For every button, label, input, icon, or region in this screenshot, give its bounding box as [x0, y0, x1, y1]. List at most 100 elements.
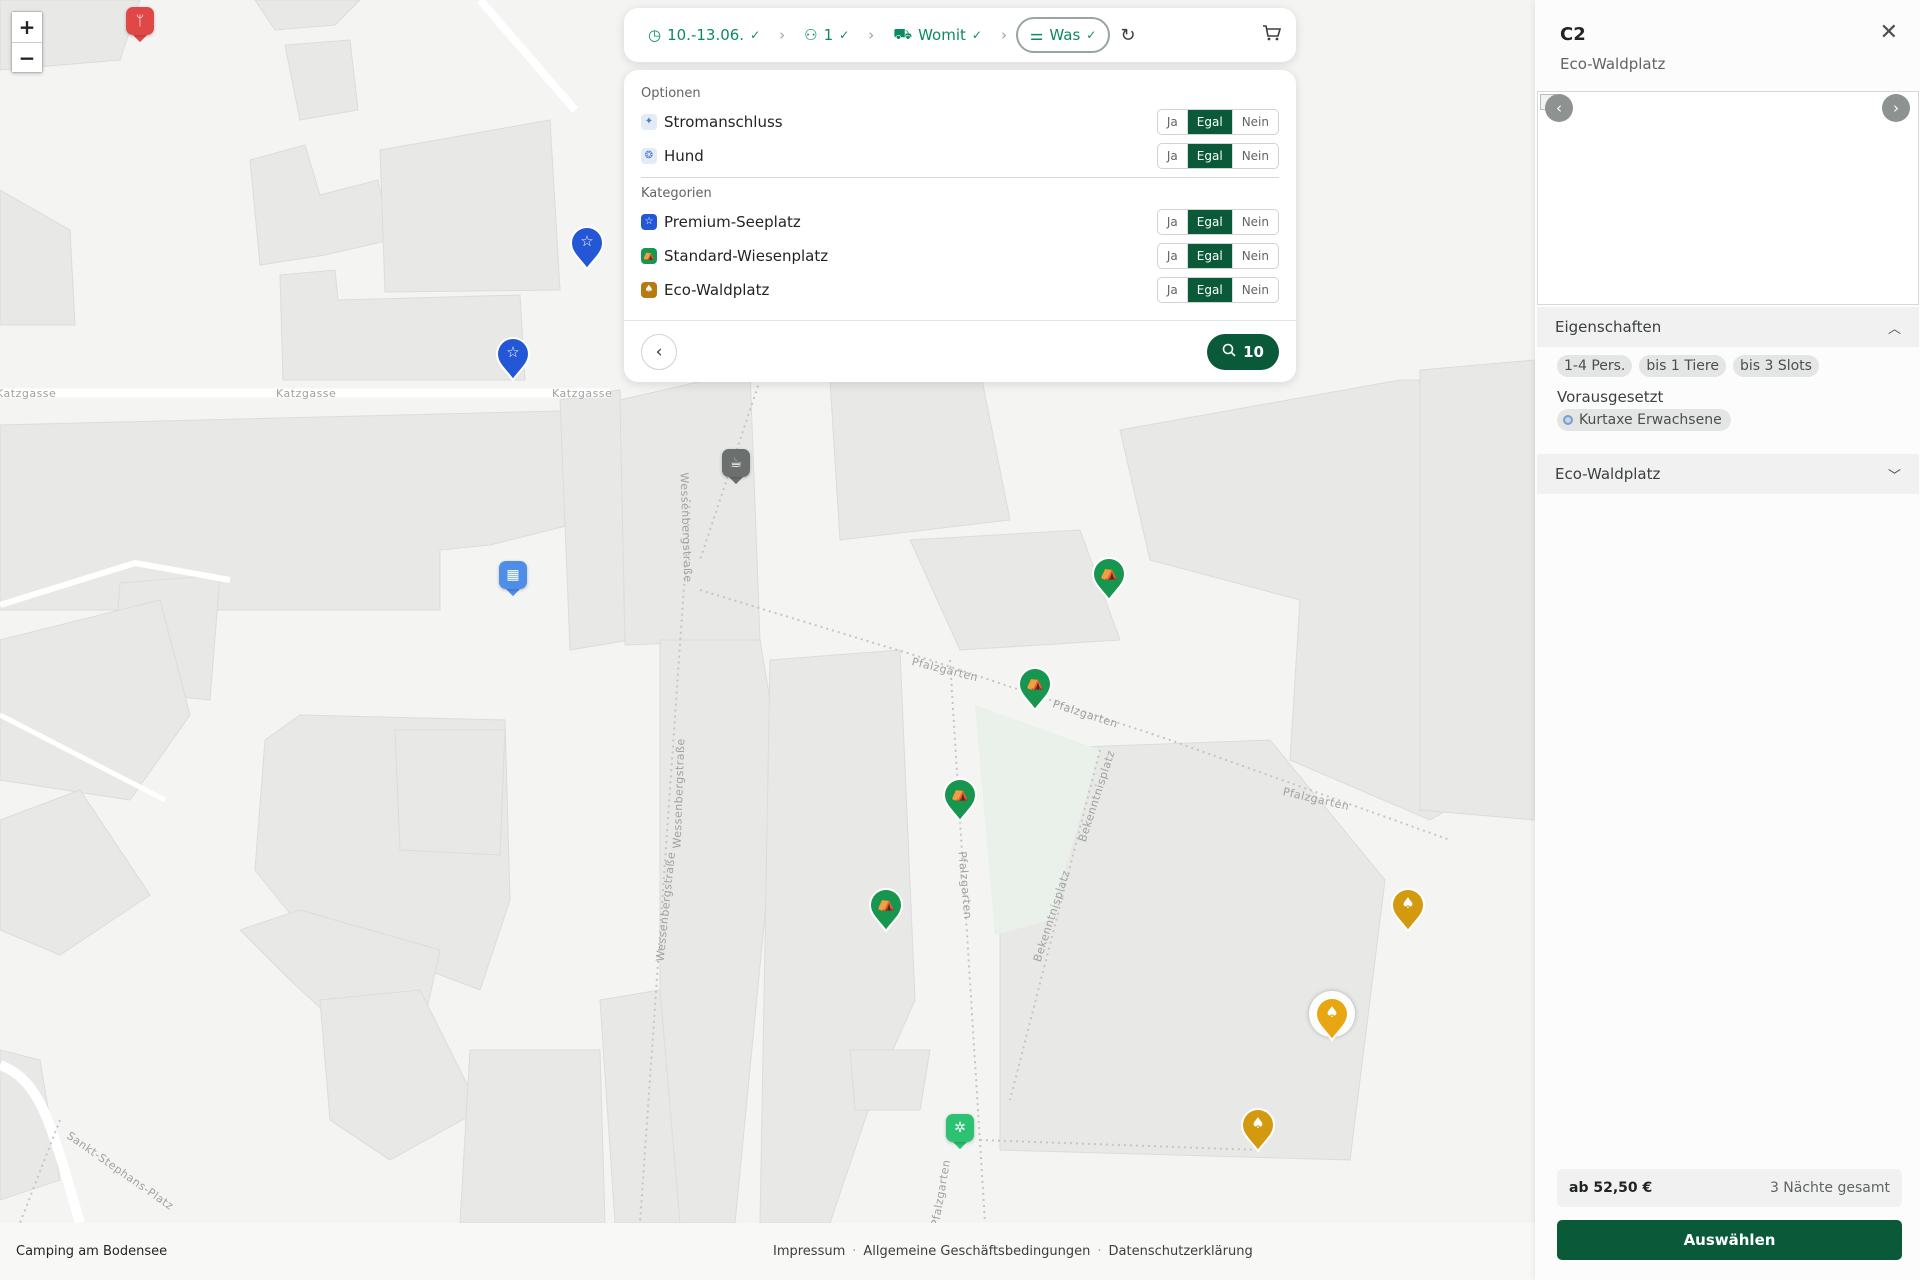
tent-icon: ⛺	[641, 248, 657, 264]
tree-icon: ♠	[1251, 1114, 1265, 1132]
tent-icon: ⛺	[950, 784, 970, 802]
pin-standard[interactable]: ⛺	[942, 777, 978, 823]
image-gallery	[1537, 91, 1919, 305]
tree-icon: ♠	[1325, 1003, 1339, 1021]
tent-icon: ⛺	[876, 894, 896, 912]
check-icon: ✓	[971, 28, 982, 42]
pin-eco-selected[interactable]: ♠	[1309, 991, 1355, 1042]
close-icon[interactable]: ✕	[1880, 20, 1898, 45]
toggle-yes[interactable]: Ja	[1158, 278, 1187, 302]
link-agb[interactable]: Allgemeine Geschäftsbedingungen	[863, 1244, 1090, 1259]
check-icon: ✓	[750, 28, 761, 42]
categories-section-title: Kategorien	[641, 186, 712, 201]
toggle-any[interactable]: Egal	[1186, 144, 1232, 168]
show-results-button[interactable]: 10	[1207, 334, 1279, 370]
street-label-katzgasse: Katzgasse	[0, 387, 57, 400]
tri-state-toggle: Ja Egal Nein	[1156, 143, 1279, 169]
dog-icon: ❂	[641, 148, 657, 164]
accordion-category[interactable]: Eco-Waldplatz ﹀	[1537, 454, 1919, 494]
required-chip: Kurtaxe Erwachsene	[1557, 409, 1731, 431]
playground-marker[interactable]: ✲	[946, 1114, 974, 1150]
toggle-no[interactable]: Nein	[1231, 244, 1278, 268]
options-section-title: Optionen	[641, 86, 701, 101]
restaurant-marker[interactable]: ᛘ	[126, 7, 154, 43]
select-button[interactable]: Auswählen	[1557, 1220, 1902, 1260]
panel-footer-divider	[624, 320, 1296, 321]
price-value: ab 52,50 €	[1569, 1180, 1653, 1196]
required-title: Vorausgesetzt	[1557, 388, 1664, 406]
results-count: 10	[1243, 343, 1264, 361]
pin-premium[interactable]: ☆	[569, 225, 605, 271]
toggle-yes[interactable]: Ja	[1158, 144, 1187, 168]
toggle-any[interactable]: Egal	[1186, 110, 1232, 134]
gallery-prev-button[interactable]: ‹	[1545, 94, 1573, 122]
zoom-in-button[interactable]: +	[12, 12, 42, 42]
tri-state-toggle: Ja Egal Nein	[1156, 277, 1279, 303]
page-footer: Camping am Bodensee Impressum · Allgemeine…	[0, 1223, 1535, 1280]
building-marker[interactable]: ▦	[499, 561, 527, 597]
coffee-cup-icon: ☕	[722, 449, 750, 477]
zoom-control: + −	[11, 11, 43, 73]
chevron-up-icon: ︿	[1887, 321, 1901, 337]
accordion-title: Eco-Waldplatz	[1555, 465, 1661, 483]
toggle-no[interactable]: Nein	[1231, 110, 1278, 134]
toggle-no[interactable]: Nein	[1231, 278, 1278, 302]
category-row-premium: ☆ Premium-Seeplatz Ja Egal Nein	[641, 209, 1279, 235]
dot-separator: ·	[852, 1244, 857, 1259]
step-label: 10.-13.06.	[667, 26, 745, 44]
sliders-icon: ⚌	[1029, 26, 1044, 44]
fork-knife-icon: ᛘ	[126, 7, 154, 35]
search-icon	[1222, 343, 1236, 361]
street-label-katzgasse: Katzgasse	[552, 387, 613, 400]
footer-links: Impressum · Allgemeine Geschäftsbedingunge…	[773, 1244, 1253, 1259]
toggle-yes[interactable]: Ja	[1158, 210, 1187, 234]
step-vehicle[interactable]: ⛟ Womit ✓	[883, 17, 992, 53]
booking-steps-bar: ◷ 10.-13.06. ✓ › ⚇ 1 ✓ › ⛟ Womit ✓ › ⚌ W…	[624, 8, 1296, 62]
toggle-any[interactable]: Egal	[1186, 244, 1232, 268]
toggle-yes[interactable]: Ja	[1158, 244, 1187, 268]
dot-icon	[1563, 415, 1573, 425]
pitch-detail-drawer: C2 Eco-Waldplatz ✕ ‹ › Eigenschaften ︿ 1…	[1535, 0, 1920, 1280]
link-privacy[interactable]: Datenschutzerklärung	[1109, 1244, 1253, 1259]
link-impressum[interactable]: Impressum	[773, 1244, 845, 1259]
tree-icon: ♠	[641, 282, 657, 298]
star-icon: ☆	[506, 343, 520, 361]
step-label: Was	[1049, 26, 1081, 44]
pin-standard[interactable]: ⛺	[868, 887, 904, 933]
toggle-any[interactable]: Egal	[1186, 210, 1232, 234]
check-icon: ✓	[1086, 28, 1097, 42]
cafe-marker[interactable]: ☕	[722, 449, 750, 485]
zoom-out-button[interactable]: −	[12, 42, 42, 72]
toggle-yes[interactable]: Ja	[1158, 110, 1187, 134]
pin-premium[interactable]: ☆	[495, 336, 531, 382]
nights-total: 3 Nächte gesamt	[1769, 1180, 1890, 1196]
back-button[interactable]: ‹	[641, 334, 677, 370]
tent-icon: ⛺	[1099, 563, 1119, 581]
step-label: Womit	[918, 26, 966, 44]
pin-standard[interactable]: ⛺	[1091, 556, 1127, 602]
chip-persons: 1-4 Pers.	[1557, 355, 1633, 377]
chip-pets: bis 1 Tiere	[1639, 355, 1726, 377]
cart-icon[interactable]	[1262, 24, 1282, 46]
accordion-title: Eigenschaften	[1555, 318, 1662, 336]
toggle-any[interactable]: Egal	[1186, 278, 1232, 302]
gallery-next-button[interactable]: ›	[1882, 94, 1910, 122]
toggle-no[interactable]: Nein	[1231, 144, 1278, 168]
option-row-dog: ❂ Hund Ja Egal Nein	[641, 143, 1279, 169]
accordion-properties[interactable]: Eigenschaften ︿	[1537, 307, 1919, 347]
step-label: 1	[823, 26, 834, 44]
chevron-down-icon: ﹀	[1887, 468, 1901, 484]
step-guests[interactable]: ⚇ 1 ✓	[794, 18, 859, 52]
chevron-right-icon: ›	[1000, 26, 1007, 44]
star-icon: ☆	[641, 214, 657, 230]
required-label: Kurtaxe Erwachsene	[1579, 412, 1722, 428]
tri-state-toggle: Ja Egal Nein	[1156, 109, 1279, 135]
step-filters[interactable]: ⚌ Was ✓	[1015, 17, 1111, 53]
pin-standard[interactable]: ⛺	[1017, 666, 1053, 712]
step-dates[interactable]: ◷ 10.-13.06. ✓	[638, 18, 770, 52]
pin-eco[interactable]: ♠	[1240, 1107, 1276, 1153]
toggle-no[interactable]: Nein	[1231, 210, 1278, 234]
chevron-right-icon: ›	[868, 26, 875, 44]
reset-icon[interactable]: ↻	[1120, 25, 1135, 46]
pin-eco[interactable]: ♠	[1390, 887, 1426, 933]
